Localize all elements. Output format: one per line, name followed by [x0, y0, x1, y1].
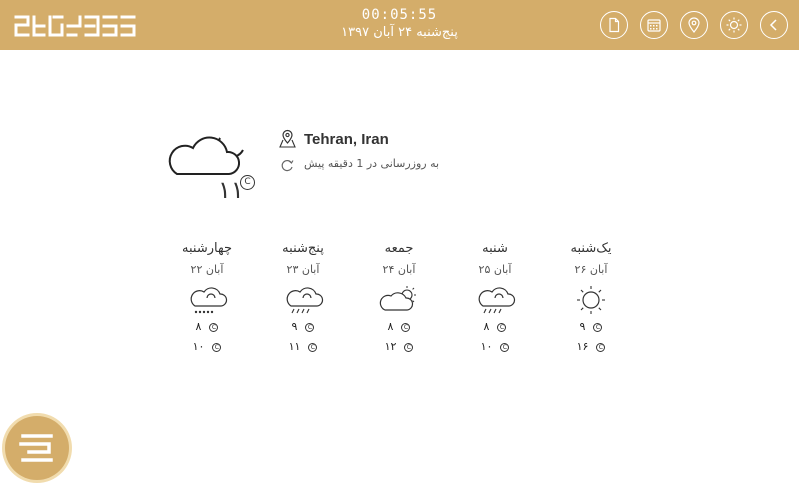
- forecast-max-temp: ۱۰ C: [157, 338, 257, 356]
- document-icon: [609, 17, 620, 33]
- location-name: Tehran, Iran: [304, 131, 389, 148]
- forecast-min-unit: C: [497, 322, 507, 332]
- clock: 00:05:55: [361, 7, 438, 23]
- forecast-day-name: جمعه: [384, 241, 414, 256]
- forecast-day-name: شنبه: [482, 241, 508, 256]
- location-button[interactable]: [680, 11, 708, 39]
- forecast-day: جمعه ۲۴ آبان ۸C ۱۲ C: [349, 240, 449, 356]
- cloud-moon-icon: [168, 136, 244, 175]
- forecast-min-unit: C: [401, 322, 411, 332]
- forecast-max-temp: ۱۱ C: [253, 338, 353, 356]
- forecast-max-unit: C: [308, 342, 318, 352]
- forecast-max-unit: C: [404, 342, 414, 352]
- forecast-max-temp: ۱۶ C: [541, 338, 641, 356]
- cloud-rain-icon: [478, 287, 516, 314]
- forecast-max-value: ۱۰: [192, 340, 205, 353]
- forecast-max-unit: C: [212, 342, 222, 352]
- forecast-max-unit: C: [500, 342, 510, 352]
- forecast-day-date: ۲۴ آبان: [382, 263, 416, 276]
- forecast-max-value: ۱۱: [288, 340, 301, 353]
- current-temperature-unit: C: [240, 175, 255, 190]
- refresh-icon[interactable]: [281, 159, 294, 172]
- forecast-min-temp: ۹C: [253, 318, 353, 336]
- document-button[interactable]: [600, 11, 628, 39]
- forecast-max-temp: ۱۰ C: [445, 338, 545, 356]
- forecast-day-date: ۲۶ آبان: [574, 263, 608, 276]
- floating-menu-button[interactable]: [5, 416, 69, 480]
- forecast-day-name: یک‌شنبه: [570, 241, 612, 256]
- forecast-min-unit: C: [209, 322, 219, 332]
- forecast-max-unit: C: [596, 342, 606, 352]
- calendar-button[interactable]: [640, 11, 668, 39]
- forecast-day-date: ۲۳ آبان: [286, 263, 320, 276]
- forecast-max-value: ۱۰: [480, 340, 493, 353]
- current-date: پنج‌شنبه ۲۴ آبان ۱۳۹۷: [341, 25, 458, 40]
- location-pin-icon: [688, 17, 700, 33]
- menu-logo-icon: [19, 434, 53, 462]
- forecast-day-date: ۲۵ آبان: [478, 263, 512, 276]
- chevron-left-icon: [769, 19, 777, 31]
- forecast-min-temp: ۸C: [349, 318, 449, 336]
- cloud-rain-icon: [286, 287, 324, 314]
- forecast-day: شنبه ۲۵ آبان ۸C ۱۰ C: [445, 240, 545, 356]
- forecast-min-value: ۹: [579, 320, 586, 333]
- last-updated-text: به روزرسانی در 1 دقیقه پیش: [304, 157, 440, 170]
- sun-icon: [577, 286, 605, 314]
- forecast-day: یک‌شنبه ۲۶ آبان ۹C ۱۶ C: [541, 240, 641, 356]
- cloud-snow-icon: [190, 287, 228, 314]
- forecast-min-value: ۹: [291, 320, 298, 333]
- forecast-day: پنج‌شنبه ۲۳ آبان ۹C ۱۱ C: [253, 240, 353, 356]
- forecast-min-unit: C: [305, 322, 315, 332]
- sun-icon: [726, 17, 742, 33]
- forecast-max-temp: ۱۲ C: [349, 338, 449, 356]
- forecast-day-name: چهارشنبه: [182, 241, 232, 256]
- weather-button[interactable]: [720, 11, 748, 39]
- forecast-min-temp: ۸C: [445, 318, 545, 336]
- cloud-sun-icon: [379, 286, 416, 311]
- forecast-day: چهارشنبه ۲۲ آبان ۸C ۱۰ C: [157, 240, 257, 356]
- forecast-min-unit: C: [593, 322, 603, 332]
- forecast-day-date: ۲۲ آبان: [190, 263, 224, 276]
- forecast-max-value: ۱۲: [384, 340, 397, 353]
- calendar-icon: [647, 19, 661, 32]
- forecast-min-value: ۸: [195, 320, 202, 333]
- back-button[interactable]: [760, 11, 788, 39]
- forecast-day-name: پنج‌شنبه: [282, 241, 324, 256]
- location-pin-icon: [279, 129, 296, 148]
- forecast-min-temp: ۸C: [157, 318, 257, 336]
- forecast-max-value: ۱۶: [576, 340, 589, 353]
- forecast-min-value: ۸: [483, 320, 490, 333]
- forecast-min-temp: ۹C: [541, 318, 641, 336]
- forecast-min-value: ۸: [387, 320, 394, 333]
- top-bar: 00:05:55 پنج‌شنبه ۲۴ آبان ۱۳۹۷: [0, 0, 799, 50]
